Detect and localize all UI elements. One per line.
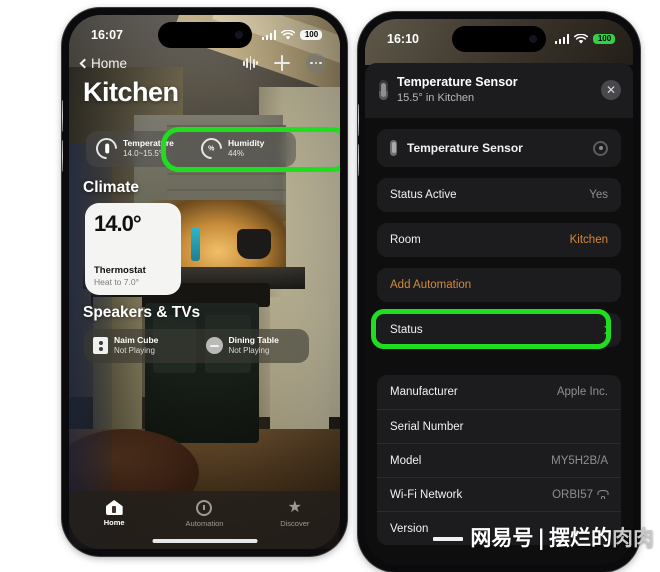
add-automation-card: Add Automation	[377, 268, 621, 303]
row-add-automation[interactable]: Add Automation	[377, 268, 621, 302]
sheet-subtitle: 15.5° in Kitchen	[397, 91, 475, 104]
row-label: Manufacturer	[390, 386, 458, 399]
device-info-card: Manufacturer Apple Inc. Serial Number Mo…	[377, 375, 621, 546]
row-room[interactable]: Room Kitchen	[377, 223, 621, 257]
row-version: Version	[377, 511, 621, 545]
tab-label: Home	[103, 518, 125, 527]
tab-automation[interactable]: Automation	[159, 500, 249, 528]
sensor-value: 14.0~15.5°	[123, 149, 163, 159]
thermostat-tile[interactable]: 14.0° Thermostat Heat to 7.0°	[85, 203, 181, 295]
dynamic-island	[452, 26, 546, 52]
thermostat-temperature: 14.0°	[94, 211, 142, 236]
row-model: Model MY5H2B/A	[377, 443, 621, 477]
sensor-summary-pill[interactable]: Temperature 14.0~15.5° % Humidity 44%	[86, 131, 296, 167]
row-label: Version	[390, 522, 429, 535]
thermometer-icon	[390, 140, 397, 157]
status-time: 16:07	[91, 28, 123, 42]
row-label: Model	[390, 454, 422, 467]
sheet-header: Temperature Sensor 15.5° in Kitchen ✕	[365, 63, 633, 119]
close-icon[interactable]: ✕	[601, 80, 621, 101]
left-phone-frame: 16:07 100 Home Kitchen Temperature 14.0~…	[62, 8, 347, 556]
row-value: Apple Inc.	[556, 386, 608, 399]
chevron-left-icon	[79, 58, 90, 68]
plus-icon[interactable]	[274, 55, 290, 71]
row-value: MY5H2B/A	[551, 454, 608, 467]
intercom-waveform-icon[interactable]	[243, 56, 258, 70]
battery-indicator: 100	[300, 30, 322, 40]
speaker-dining-table[interactable]: Dining Table Not Playing	[197, 335, 310, 357]
section-heading-climate: Climate	[83, 179, 139, 196]
row-wifi-network: Wi-Fi Network ORBI57	[377, 477, 621, 511]
tab-discover[interactable]: ★ Discover	[250, 499, 340, 529]
row-value: Kitchen	[569, 234, 608, 247]
device-card: Temperature Sensor	[377, 129, 621, 168]
right-phone-screen: 16:10 100 Temperature Sensor 15.5° in Ki…	[365, 19, 633, 565]
sensor-temperature[interactable]: Temperature 14.0~15.5°	[86, 134, 191, 164]
speaker-round-icon	[205, 337, 223, 355]
row-label: Status Active	[390, 189, 457, 202]
speaker-status: Not Playing	[114, 346, 155, 356]
tab-label: Discover	[280, 519, 310, 528]
right-phone-frame: 16:10 100 Temperature Sensor 15.5° in Ki…	[358, 12, 640, 572]
ellipsis-icon[interactable]	[306, 53, 326, 73]
row-manufacturer: Manufacturer Apple Inc.	[377, 375, 621, 409]
wifi-icon	[574, 33, 588, 44]
wifi-icon	[281, 29, 295, 40]
row-status-active[interactable]: Status Active Yes	[377, 178, 621, 212]
status-card: Status	[377, 313, 621, 348]
speaker-name: Dining Table	[228, 334, 279, 345]
battery-indicator: 100	[593, 34, 615, 44]
row-status[interactable]: Status	[377, 313, 621, 347]
back-label: Home	[91, 55, 128, 71]
wifi-icon	[597, 490, 608, 499]
humidity-gauge-icon: %	[196, 134, 227, 164]
row-label: Serial Number	[390, 420, 464, 433]
back-to-home-button[interactable]: Home	[79, 55, 128, 71]
dynamic-island	[157, 22, 252, 48]
clock-icon	[196, 500, 213, 516]
tab-label: Automation	[185, 519, 224, 528]
section-heading-speakers: Speakers & TVs	[83, 304, 201, 321]
left-nav-bar: Home	[69, 49, 340, 77]
chevron-right-icon	[600, 326, 610, 335]
cellular-signal-icon	[261, 30, 276, 40]
row-label: Status	[390, 324, 423, 337]
row-label: Wi-Fi Network	[390, 488, 463, 501]
thermometer-icon	[379, 80, 388, 101]
sensor-value: 44%	[228, 149, 245, 159]
cellular-signal-icon	[554, 34, 569, 44]
sensor-label: Temperature	[123, 137, 174, 148]
speaker-box-icon	[93, 337, 108, 355]
star-icon: ★	[287, 499, 302, 516]
speaker-naim-cube[interactable]: Naim Cube Not Playing	[84, 335, 197, 357]
row-value: ORBI57	[552, 488, 593, 501]
sheet-title: Temperature Sensor	[397, 75, 518, 89]
tab-home[interactable]: Home	[69, 500, 159, 527]
sensor-humidity[interactable]: % Humidity 44%	[191, 134, 296, 164]
device-detail-sheet: Temperature Sensor 15.5° in Kitchen ✕ Te…	[365, 63, 633, 565]
status-active-card: Status Active Yes	[377, 178, 621, 213]
page-title: Kitchen	[83, 77, 179, 107]
thermometer-gauge-icon	[91, 134, 122, 164]
device-name: Temperature Sensor	[407, 141, 523, 156]
home-icon	[106, 500, 123, 515]
status-time: 16:10	[387, 32, 419, 46]
sensor-label: Humidity	[228, 137, 265, 148]
row-label: Room	[390, 234, 421, 247]
row-value: Yes	[589, 189, 608, 202]
speaker-name: Naim Cube	[114, 334, 159, 345]
thermostat-status: Heat to 7.0°	[94, 277, 139, 287]
left-phone-screen: 16:07 100 Home Kitchen Temperature 14.0~…	[69, 15, 340, 549]
device-row[interactable]: Temperature Sensor	[377, 129, 621, 167]
home-indicator	[152, 539, 257, 543]
tab-bar: Home Automation ★ Discover	[69, 491, 340, 549]
thermostat-name: Thermostat	[94, 265, 146, 276]
row-serial-number: Serial Number	[377, 409, 621, 443]
speakers-pill[interactable]: Naim Cube Not Playing Dining Table Not P…	[84, 329, 309, 363]
room-card: Room Kitchen	[377, 223, 621, 258]
row-label: Add Automation	[390, 279, 472, 292]
status-ring-icon[interactable]	[593, 140, 608, 156]
speaker-status: Not Playing	[228, 346, 270, 356]
